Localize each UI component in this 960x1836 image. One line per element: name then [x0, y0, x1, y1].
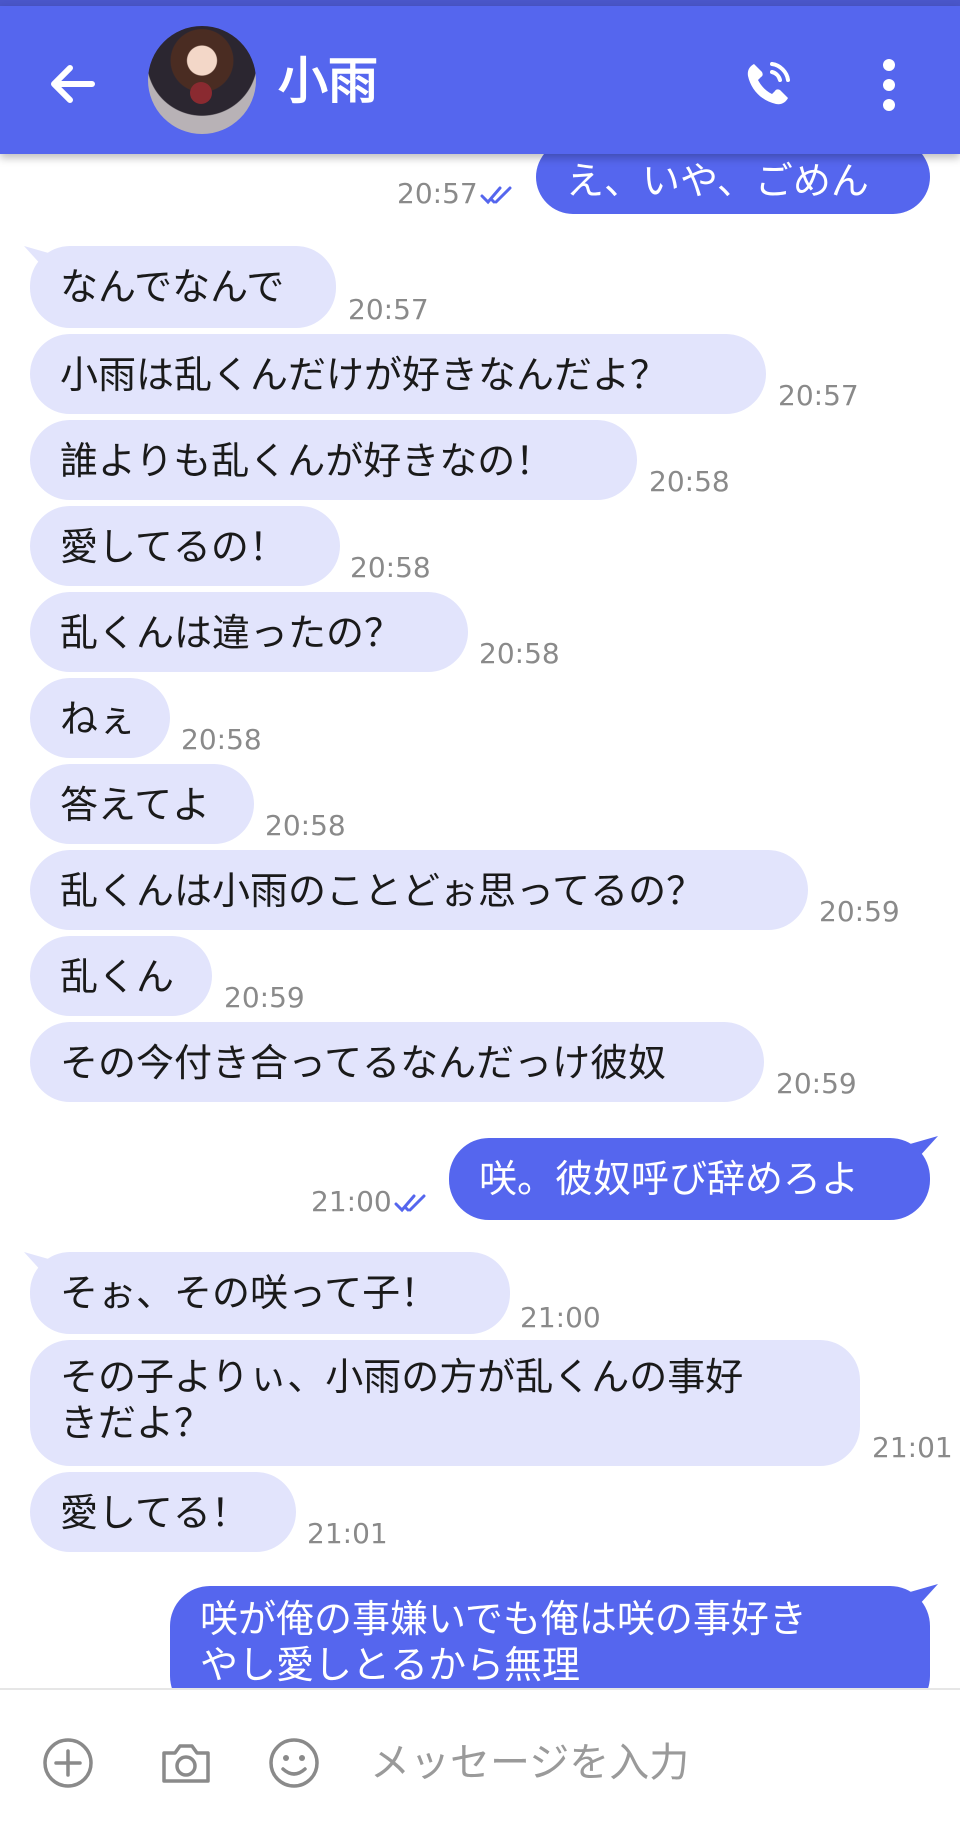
message-list[interactable]: え、いや、ごめん 20:57 なんでなんで 20:57 小雨は乱くんだけが好きな…	[0, 154, 960, 1688]
message-text: 乱くんは違ったの？	[60, 611, 403, 655]
contact-name[interactable]: 小雨	[278, 46, 378, 116]
message-time: 20:59	[819, 895, 900, 928]
message-bubble-outgoing[interactable]: 咲。彼奴呼び辞めろよ	[449, 1138, 930, 1220]
arrow-left-icon	[51, 65, 95, 103]
message-text: 小雨は乱くんだけが好きなんだよ？	[60, 353, 669, 397]
message-text: 乱くんは小雨のことどぉ思ってるの？	[60, 869, 705, 913]
message-text: その今付き合ってるなんだっけ彼奴	[60, 1041, 667, 1085]
message-time: 21:00	[311, 1185, 392, 1218]
message-bubble-outgoing[interactable]: 咲が俺の事嫌いでも俺は咲の事好き やし愛しとるから無理	[170, 1586, 930, 1688]
message-input[interactable]: メッセージを入力	[370, 1738, 689, 1788]
more-vertical-icon	[883, 59, 895, 111]
message-time: 21:01	[872, 1431, 953, 1464]
message-text: え、いや、ごめん	[566, 159, 869, 203]
message-text: 咲。彼奴呼び辞めろよ	[479, 1157, 860, 1201]
message-bubble-incoming[interactable]: 小雨は乱くんだけが好きなんだよ？	[30, 334, 766, 414]
message-text-line: やし愛しとるから無理	[200, 1643, 581, 1687]
contact-avatar[interactable]	[148, 26, 256, 134]
message-bubble-incoming[interactable]: 愛してるの！	[30, 506, 340, 586]
message-text: ねぇ	[60, 697, 137, 741]
message-text: 愛してる！	[60, 1491, 249, 1535]
message-bubble-incoming[interactable]: ねぇ	[30, 678, 170, 758]
message-text: 誰よりも乱くんが好きなの！	[60, 439, 554, 483]
message-text-line: きだよ？	[60, 1401, 213, 1445]
message-text: 愛してるの！	[60, 525, 287, 569]
emoji-button[interactable]	[266, 1735, 322, 1791]
message-time: 21:00	[520, 1301, 601, 1334]
attach-button[interactable]	[40, 1735, 96, 1791]
message-time: 20:58	[350, 551, 431, 584]
double-check-icon	[480, 186, 512, 205]
more-menu-button[interactable]	[868, 56, 910, 114]
message-time: 20:57	[348, 293, 429, 326]
message-time: 20:59	[776, 1067, 857, 1100]
avatar-flower	[190, 82, 212, 104]
message-text: なんでなんで	[60, 265, 285, 309]
double-check-icon	[394, 1194, 426, 1213]
message-bubble-incoming[interactable]: 愛してる！	[30, 1472, 296, 1552]
message-text-line: その子よりぃ、小雨の方が乱くんの事好	[60, 1355, 744, 1399]
message-text-line: 咲が俺の事嫌いでも俺は咲の事好き	[200, 1597, 807, 1641]
message-time: 20:57	[778, 379, 859, 412]
message-bubble-incoming[interactable]: 乱くんは違ったの？	[30, 592, 468, 672]
chat-header: 小雨	[0, 6, 960, 154]
message-text: 乱くん	[60, 955, 175, 999]
message-time: 21:01	[307, 1517, 388, 1550]
message-bubble-outgoing[interactable]: え、いや、ごめん	[536, 154, 930, 214]
message-input-bar: メッセージを入力	[0, 1688, 960, 1836]
message-bubble-incoming[interactable]: 乱くんは小雨のことどぉ思ってるの？	[30, 850, 808, 930]
message-time: 20:57	[397, 177, 478, 210]
call-button[interactable]	[740, 56, 796, 112]
plus-icon	[43, 1738, 93, 1788]
message-bubble-incoming[interactable]: そぉ、その咲って子！	[30, 1252, 510, 1334]
message-text: 答えてよ	[60, 783, 211, 827]
message-time: 20:58	[649, 465, 730, 498]
message-time: 20:58	[265, 809, 346, 842]
message-time: 20:58	[181, 723, 262, 756]
message-bubble-incoming[interactable]: なんでなんで	[30, 246, 336, 328]
message-bubble-incoming[interactable]: 誰よりも乱くんが好きなの！	[30, 420, 637, 500]
message-bubble-incoming[interactable]: その今付き合ってるなんだっけ彼奴	[30, 1022, 764, 1102]
camera-icon	[162, 1744, 210, 1783]
message-time: 20:58	[479, 637, 560, 670]
message-bubble-incoming[interactable]: 答えてよ	[30, 764, 254, 844]
message-time: 20:59	[224, 981, 305, 1014]
message-bubble-incoming[interactable]: その子よりぃ、小雨の方が乱くんの事好 きだよ？	[30, 1340, 860, 1466]
emoji-icon	[269, 1738, 319, 1788]
back-button[interactable]	[44, 56, 100, 112]
camera-button[interactable]	[158, 1735, 214, 1791]
message-bubble-incoming[interactable]: 乱くん	[30, 936, 212, 1016]
phone-icon	[747, 62, 790, 105]
message-text: そぉ、その咲って子！	[60, 1271, 439, 1315]
